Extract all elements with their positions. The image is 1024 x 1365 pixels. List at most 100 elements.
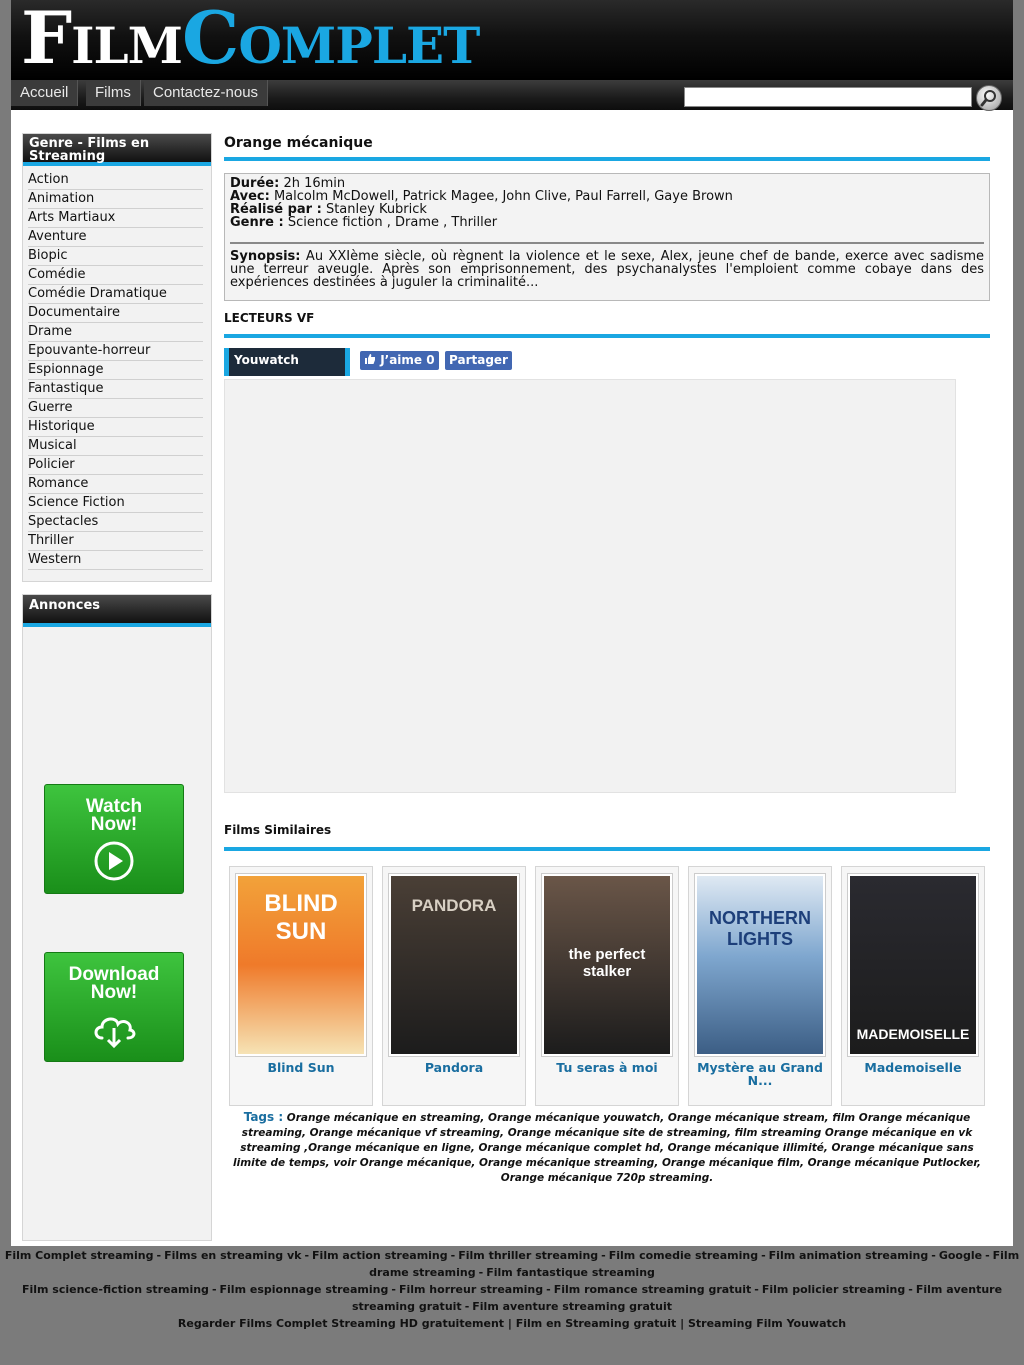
sidebar-item-genre[interactable]: Comédie Dramatique [28,285,203,304]
lecteurs-title: LECTEURS VF [224,311,990,338]
film-poster[interactable]: BLIND SUN [235,873,367,1057]
similar-film-title[interactable]: Mademoiselle [842,1061,984,1074]
footer-separator: - [546,1283,551,1296]
play-icon [94,841,134,881]
nav-item-contact[interactable]: Contactez-nous [144,80,269,106]
footer-separator: - [931,1249,936,1262]
sidebar-item-genre[interactable]: Espionnage [28,361,203,380]
player-tab-youwatch[interactable]: Youwatch [224,348,350,376]
nav-item-accueil[interactable]: Accueil [11,80,79,106]
footer-link[interactable]: Films en streaming vk [164,1249,301,1262]
download-now-label-2: Now! [90,982,138,1003]
sidebar-item-genre[interactable]: Policier [28,456,203,475]
poster-title-art: PANDORA [411,896,497,915]
main-content: Orange mécanique Durée: 2h 16min Avec: M… [224,132,990,1184]
video-player[interactable] [224,379,956,793]
poster-title-art: the perfect stalker [568,946,646,980]
footer-link[interactable]: Film horreur streaming [399,1283,543,1296]
logo-film-initial: F [21,0,72,80]
sidebar-item-genre[interactable]: Drame [28,323,203,342]
footer-separator: - [761,1249,766,1262]
poster-title-art: NORTHERN LIGHTS [709,908,811,949]
ads-sidebar: Annonces Watch Now! Download Now! [22,594,212,1241]
genre-sidebar-title: Genre - Films en Streaming [23,134,211,166]
logo-complet-initial: C [182,0,239,80]
movie-info-box: Durée: 2h 16min Avec: Malcolm McDowell, … [224,173,990,301]
genre-label: Genre : [230,215,284,230]
sidebar-item-genre[interactable]: Western [28,551,203,570]
genre-sidebar: Genre - Films en Streaming Action Animati… [22,133,212,582]
footer-separator: - [391,1283,396,1296]
film-poster[interactable]: the perfect stalker [541,873,673,1057]
synopsis: Synopsis: Au XXIème siècle, où règnent l… [230,250,984,289]
similar-film-title[interactable]: Tu seras à moi [536,1061,678,1074]
nav-item-films[interactable]: Films [86,80,141,106]
similar-film-title[interactable]: Blind Sun [230,1061,372,1074]
similar-film-card[interactable]: PANDORA Pandora [382,866,526,1106]
footer-links-row-1: Film Complet streaming - Films en streamin… [0,1247,1024,1281]
sidebar-item-genre[interactable]: Animation [28,190,203,209]
similar-film-card[interactable]: MADEMOISELLE Mademoiselle [841,866,985,1106]
sidebar-item-genre[interactable]: Thriller [28,532,203,551]
facebook-share-button[interactable]: Partager [445,351,512,370]
facebook-like-button[interactable]: J’aime 0 [360,351,439,370]
footer-separator: - [478,1266,484,1279]
poster-title-art: BLIND SUN [264,890,338,945]
info-divider [230,242,984,244]
sidebar-item-genre[interactable]: Spectacles [28,513,203,532]
footer-link[interactable]: Film Complet streaming [5,1249,154,1262]
like-label: J’aime 0 [380,353,435,367]
sidebar-item-genre[interactable]: Aventure [28,228,203,247]
sidebar-item-genre[interactable]: Guerre [28,399,203,418]
similar-film-title[interactable]: Pandora [383,1061,525,1074]
sidebar-item-genre[interactable]: Science Fiction [28,494,203,513]
footer-link[interactable]: Film fantastique streaming [486,1266,655,1279]
search-input[interactable] [684,87,972,107]
footer-link[interactable]: Film espionnage streaming [220,1283,389,1296]
sidebar-item-genre[interactable]: Fantastique [28,380,203,399]
film-poster[interactable]: MADEMOISELLE [847,873,979,1057]
cloud-download-icon [94,1017,136,1049]
sidebar-item-genre[interactable]: Historique [28,418,203,437]
film-poster[interactable]: NORTHERN LIGHTS [694,873,826,1057]
film-poster[interactable]: PANDORA [388,873,520,1057]
footer-link[interactable]: Film action streaming [312,1249,448,1262]
sidebar-item-genre[interactable]: Arts Martiaux [28,209,203,228]
footer-link[interactable]: Google [939,1249,982,1262]
footer-link[interactable]: Film comedie streaming [609,1249,758,1262]
watch-now-button[interactable]: Watch Now! [44,784,184,894]
footer-separator: - [450,1249,456,1262]
synopsis-text: Au XXIème siècle, où règnent la violence… [230,249,985,290]
footer-link[interactable]: Film animation streaming [769,1249,929,1262]
sidebar-item-genre[interactable]: Romance [28,475,203,494]
search-button[interactable] [976,85,1002,111]
footer-link[interactable]: Film policier streaming [762,1283,905,1296]
footer-link[interactable]: Film aventure streaming gratuit [472,1300,672,1313]
similar-film-card[interactable]: the perfect stalker Tu seras à moi [535,866,679,1106]
sidebar-item-genre[interactable]: Musical [28,437,203,456]
search-icon [980,90,996,107]
thumbs-up-icon [365,354,375,364]
sidebar-item-genre[interactable]: Epouvante-horreur [28,342,203,361]
sidebar-item-genre[interactable]: Documentaire [28,304,203,323]
tags-block: Tags : Orange mécanique en streaming, Or… [224,1110,990,1186]
footer-link[interactable]: Film romance streaming gratuit [554,1283,752,1296]
watch-now-label-2: Now! [90,814,138,835]
similar-film-title[interactable]: Mystère au Grand N... [689,1061,831,1087]
header: FILMCOMPLET [11,0,1013,80]
sidebar-item-genre[interactable]: Action [28,171,203,190]
sidebar-item-genre[interactable]: Biopic [28,247,203,266]
footer-tagline: Regarder Films Complet Streaming HD grat… [177,1317,847,1330]
logo-complet-rest: OMPLET [238,16,480,75]
footer-link[interactable]: Film science-fiction streaming [22,1283,209,1296]
footer-separator: - [211,1283,217,1296]
footer-links-row-2: Film science-fiction streaming - Film espi… [0,1281,1024,1315]
similar-film-card[interactable]: NORTHERN LIGHTS Mystère au Grand N... [688,866,832,1106]
footer-separator: - [985,1249,990,1262]
sidebar-item-genre[interactable]: Comédie [28,266,203,285]
download-now-button[interactable]: Download Now! [44,952,184,1062]
footer-link[interactable]: Film thriller streaming [458,1249,598,1262]
similar-film-card[interactable]: BLIND SUN Blind Sun [229,866,373,1106]
poster-title-art: MADEMOISELLE [856,1026,970,1042]
site-logo[interactable]: FILMCOMPLET [21,0,480,80]
